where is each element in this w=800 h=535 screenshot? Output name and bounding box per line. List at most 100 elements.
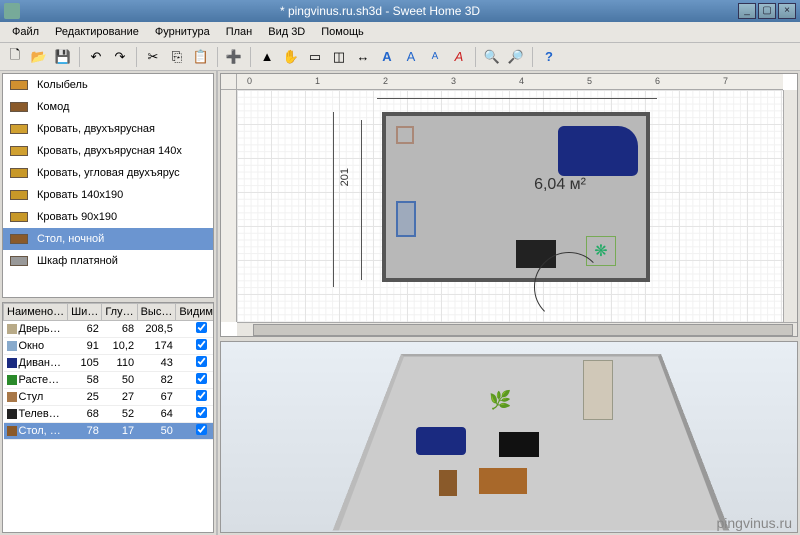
table-row[interactable]: Расте…585082 [4, 372, 215, 389]
wall-tool[interactable]: ▭ [304, 46, 326, 68]
table-header[interactable]: Видим… [176, 304, 214, 321]
maximize-button[interactable]: ▢ [758, 3, 776, 19]
open-button[interactable]: 📂 [28, 46, 50, 68]
cell-value: 68 [68, 406, 102, 423]
catalog-item-label: Кровать, двухъярусная 140x [37, 145, 182, 157]
view3d-door [583, 360, 613, 420]
watermark: pingvinus.ru [717, 515, 793, 531]
text-tool[interactable]: A [376, 46, 398, 68]
text-style[interactable]: A [448, 46, 470, 68]
plan-item-sofa[interactable] [558, 126, 638, 176]
room-outline[interactable]: 6,04 м² ❋ [382, 112, 650, 282]
visibility-checkbox[interactable] [196, 407, 207, 418]
close-button[interactable]: × [778, 3, 796, 19]
ruler-corner [221, 74, 237, 90]
cell-value: 25 [68, 389, 102, 406]
catalog-item-label: Шкаф платяной [37, 255, 118, 267]
view3d-sofa [416, 427, 466, 455]
catalog-item-label: Кровать 140x190 [37, 189, 123, 201]
table-row[interactable]: Стол, …781750 [4, 423, 215, 440]
visibility-checkbox[interactable] [196, 373, 207, 384]
visibility-checkbox[interactable] [196, 390, 207, 401]
copy-button[interactable]: ⎘ [166, 46, 188, 68]
cell-name: Стол, … [4, 423, 68, 440]
cell-name: Стул [4, 389, 68, 406]
ruler-tick: 1 [315, 76, 320, 86]
catalog-item[interactable]: Кровать, двухъярусная 140x [3, 140, 213, 162]
table-header[interactable]: Наимено… [4, 304, 68, 321]
table-row[interactable]: Телев…685264 [4, 406, 215, 423]
window-title: * pingvinus.ru.sh3d - Sweet Home 3D [24, 4, 736, 18]
redo-button[interactable]: ↷ [109, 46, 131, 68]
furniture-catalog[interactable]: Колыбель Комод Кровать, двухъярусная Кроват… [2, 73, 214, 298]
text-smaller[interactable]: A [424, 46, 446, 68]
table-row[interactable]: Стул252767 [4, 389, 215, 406]
catalog-item[interactable]: Кровать 140x190 [3, 184, 213, 206]
menu-помощь[interactable]: Помощь [313, 23, 372, 41]
menu-редактирование[interactable]: Редактирование [47, 23, 147, 41]
help-button[interactable]: ? [538, 46, 560, 68]
table-row[interactable]: Окно9110,2174 [4, 338, 215, 355]
minimize-button[interactable]: _ [738, 3, 756, 19]
save-button[interactable]: 💾 [52, 46, 74, 68]
room-tool[interactable]: ◫ [328, 46, 350, 68]
catalog-item[interactable]: Стол, ночной [3, 228, 213, 250]
catalog-item-label: Комод [37, 101, 69, 113]
catalog-item-label: Стол, ночной [37, 233, 104, 245]
plan-item-table-selected[interactable] [396, 201, 416, 237]
cut-button[interactable]: ✂ [142, 46, 164, 68]
cell-value: 67 [137, 389, 176, 406]
select-tool[interactable]: ▲ [256, 46, 278, 68]
plan-scrollbar-vertical[interactable] [783, 90, 797, 322]
catalog-item[interactable]: Кровать 90x190 [3, 206, 213, 228]
add-furniture-button[interactable]: ➕ [223, 46, 245, 68]
catalog-item[interactable]: Колыбель [3, 74, 213, 96]
ruler-vertical [221, 90, 237, 322]
cell-name: Диван… [4, 355, 68, 372]
text-bigger[interactable]: A [400, 46, 422, 68]
table-row[interactable]: Дверь…6268208,5 [4, 321, 215, 338]
undo-button[interactable]: ↶ [85, 46, 107, 68]
menu-вид 3d[interactable]: Вид 3D [260, 23, 313, 41]
cell-visible [176, 355, 214, 372]
view3d-plant: 🌿 [489, 390, 511, 411]
dimension-vertical [361, 120, 362, 280]
ruler-tick: 2 [383, 76, 388, 86]
cell-visible [176, 321, 214, 338]
furniture-icon [7, 143, 31, 159]
visibility-checkbox[interactable] [196, 424, 207, 435]
cell-value: 208,5 [137, 321, 176, 338]
zoom-out-button[interactable]: 🔎 [505, 46, 527, 68]
ruler-tick: 7 [723, 76, 728, 86]
menu-фурнитура[interactable]: Фурнитура [147, 23, 218, 41]
plan-scrollbar-horizontal[interactable] [237, 322, 797, 336]
catalog-item[interactable]: Шкаф платяной [3, 250, 213, 272]
table-row[interactable]: Диван…10511043 [4, 355, 215, 372]
view-3d[interactable]: 🌿 [220, 341, 798, 533]
table-header[interactable]: Выс… [137, 304, 176, 321]
furniture-icon [7, 165, 31, 181]
visibility-checkbox[interactable] [196, 322, 207, 333]
pan-tool[interactable]: ✋ [280, 46, 302, 68]
zoom-in-button[interactable]: 🔍 [481, 46, 503, 68]
app-icon [4, 3, 20, 19]
table-header[interactable]: Глу… [102, 304, 137, 321]
paste-button[interactable]: 📋 [190, 46, 212, 68]
visibility-checkbox[interactable] [196, 339, 207, 350]
cell-value: 17 [102, 423, 137, 440]
catalog-item[interactable]: Кровать, двухъярусная [3, 118, 213, 140]
dimension-tool[interactable]: ↔ [352, 46, 374, 68]
catalog-item[interactable]: Кровать, угловая двухъярус [3, 162, 213, 184]
plan-item-chair[interactable] [396, 126, 414, 144]
plan-2d-view[interactable]: 01234567 201 6,04 м² ❋ [220, 73, 798, 337]
furniture-list-table[interactable]: Наимено…Ши…Глу…Выс…Видим… Дверь…6268208,… [2, 302, 214, 533]
menu-план[interactable]: План [218, 23, 261, 41]
plan-canvas[interactable]: 201 6,04 м² ❋ [237, 90, 783, 322]
menu-файл[interactable]: Файл [4, 23, 47, 41]
new-button[interactable]: 🗋 [4, 46, 26, 68]
catalog-item[interactable]: Комод [3, 96, 213, 118]
cell-value: 27 [102, 389, 137, 406]
table-header[interactable]: Ши… [68, 304, 102, 321]
cell-name: Телев… [4, 406, 68, 423]
visibility-checkbox[interactable] [196, 356, 207, 367]
